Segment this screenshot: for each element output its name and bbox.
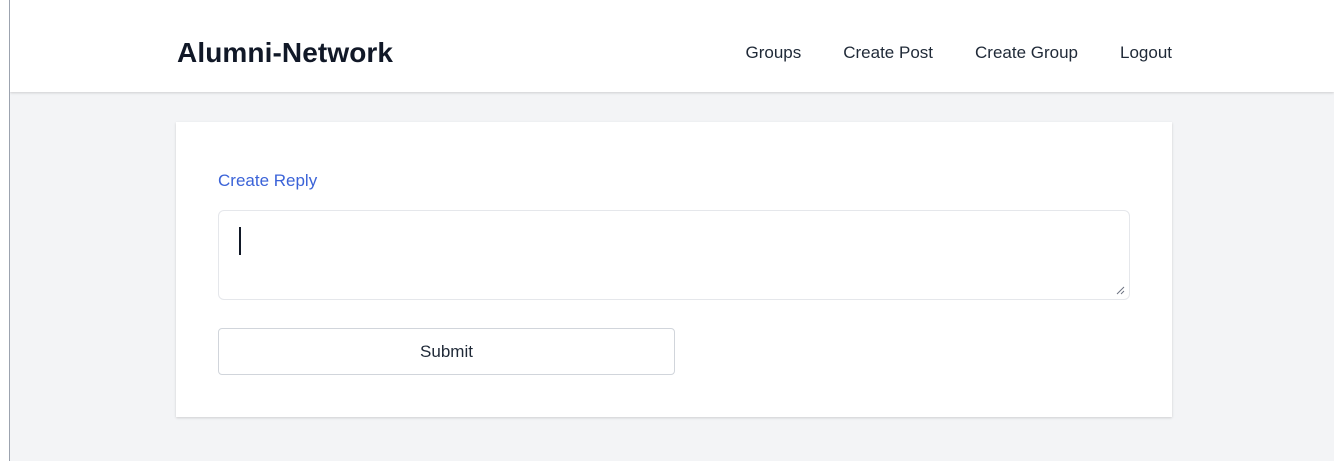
window-left-edge [0, 0, 10, 461]
nav-link-create-group[interactable]: Create Group [975, 42, 1078, 64]
reply-form-card: Create Reply Submit [176, 122, 1172, 417]
nav-link-logout[interactable]: Logout [1120, 42, 1172, 64]
nav-links: Groups Create Post Create Group Logout [745, 42, 1172, 64]
resize-grip-icon[interactable] [1115, 285, 1125, 295]
top-navbar: Alumni-Network Groups Create Post Create… [10, 0, 1334, 92]
submit-button[interactable]: Submit [218, 328, 675, 375]
create-reply-heading: Create Reply [218, 171, 318, 190]
reply-textarea[interactable] [218, 210, 1130, 300]
nav-link-groups[interactable]: Groups [745, 42, 801, 64]
brand-logo-text[interactable]: Alumni-Network [177, 36, 393, 70]
nav-link-create-post[interactable]: Create Post [843, 42, 933, 64]
text-caret [239, 227, 241, 255]
